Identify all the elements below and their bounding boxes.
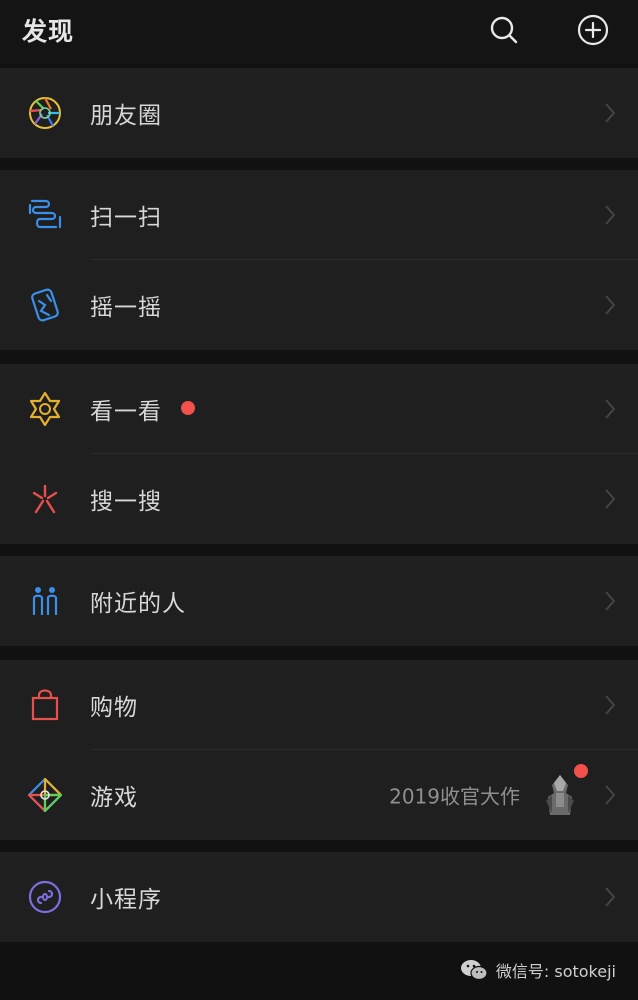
mini-programs-icon [25, 877, 65, 917]
watermark-text: 微信号: sotokeji [495, 962, 616, 981]
search-icon [490, 16, 518, 44]
menu-item-label: 购物 [90, 695, 138, 721]
search-button[interactable] [484, 10, 524, 50]
chevron-right-icon [602, 589, 618, 613]
menu-item-label: 附近的人 [90, 591, 186, 617]
red-dot-badge [181, 401, 195, 415]
add-button[interactable] [573, 10, 613, 50]
search-star-icon [25, 479, 65, 519]
shake-icon [25, 285, 65, 325]
red-dot-badge [574, 764, 588, 778]
chevron-right-icon [602, 203, 618, 227]
chevron-right-icon [602, 693, 618, 717]
watermark: 微信号: sotokeji [460, 958, 616, 982]
menu-item-label: 摇一摇 [90, 295, 162, 321]
menu-item-top-stories[interactable]: 看一看 [0, 364, 638, 454]
menu-item-label: 看一看 [90, 399, 162, 425]
wechat-logo-icon [460, 960, 488, 981]
chevron-right-icon [602, 397, 618, 421]
menu-item-scan[interactable]: 扫一扫 [0, 170, 638, 260]
menu-item-label: 朋友圈 [90, 103, 162, 129]
top-stories-icon [25, 389, 65, 429]
menu-item-games[interactable]: 游戏 2019收官大作 [0, 750, 638, 840]
shopping-bag-icon [25, 685, 65, 725]
menu-item-label: 小程序 [90, 887, 162, 913]
top-bar: 发现 [0, 0, 638, 64]
menu-item-mini-programs[interactable]: 小程序 [0, 852, 638, 942]
games-icon [25, 775, 65, 815]
people-nearby-icon [25, 581, 65, 621]
group-mini-programs: 小程序 [0, 852, 638, 942]
group-shop-games: 购物 游戏 2019收官大作 [0, 660, 638, 840]
moments-aperture-icon [25, 93, 65, 133]
chevron-right-icon [602, 783, 618, 807]
menu-item-label: 游戏 [90, 785, 138, 811]
footer: 微信号: sotokeji [0, 942, 638, 1000]
menu-item-shake[interactable]: 摇一摇 [0, 260, 638, 350]
group-moments: 朋友圈 [0, 68, 638, 158]
games-promo-text: 2019收官大作 [389, 784, 520, 809]
scan-icon [25, 195, 65, 235]
plus-circle-icon [577, 14, 609, 46]
menu-item-label: 扫一扫 [90, 205, 162, 231]
chevron-right-icon [602, 101, 618, 125]
group-scan-shake: 扫一扫 摇一摇 [0, 170, 638, 350]
menu-item-people-nearby[interactable]: 附近的人 [0, 556, 638, 646]
menu-item-shopping[interactable]: 购物 [0, 660, 638, 750]
page-title: 发现 [22, 17, 75, 46]
group-look-search: 看一看 搜一搜 [0, 364, 638, 544]
group-nearby: 附近的人 [0, 556, 638, 646]
chevron-right-icon [602, 293, 618, 317]
menu-item-label: 搜一搜 [90, 489, 162, 515]
chevron-right-icon [602, 885, 618, 909]
chevron-right-icon [602, 487, 618, 511]
game-thumbnail [536, 771, 584, 819]
menu-item-moments[interactable]: 朋友圈 [0, 68, 638, 158]
menu-item-search[interactable]: 搜一搜 [0, 454, 638, 544]
